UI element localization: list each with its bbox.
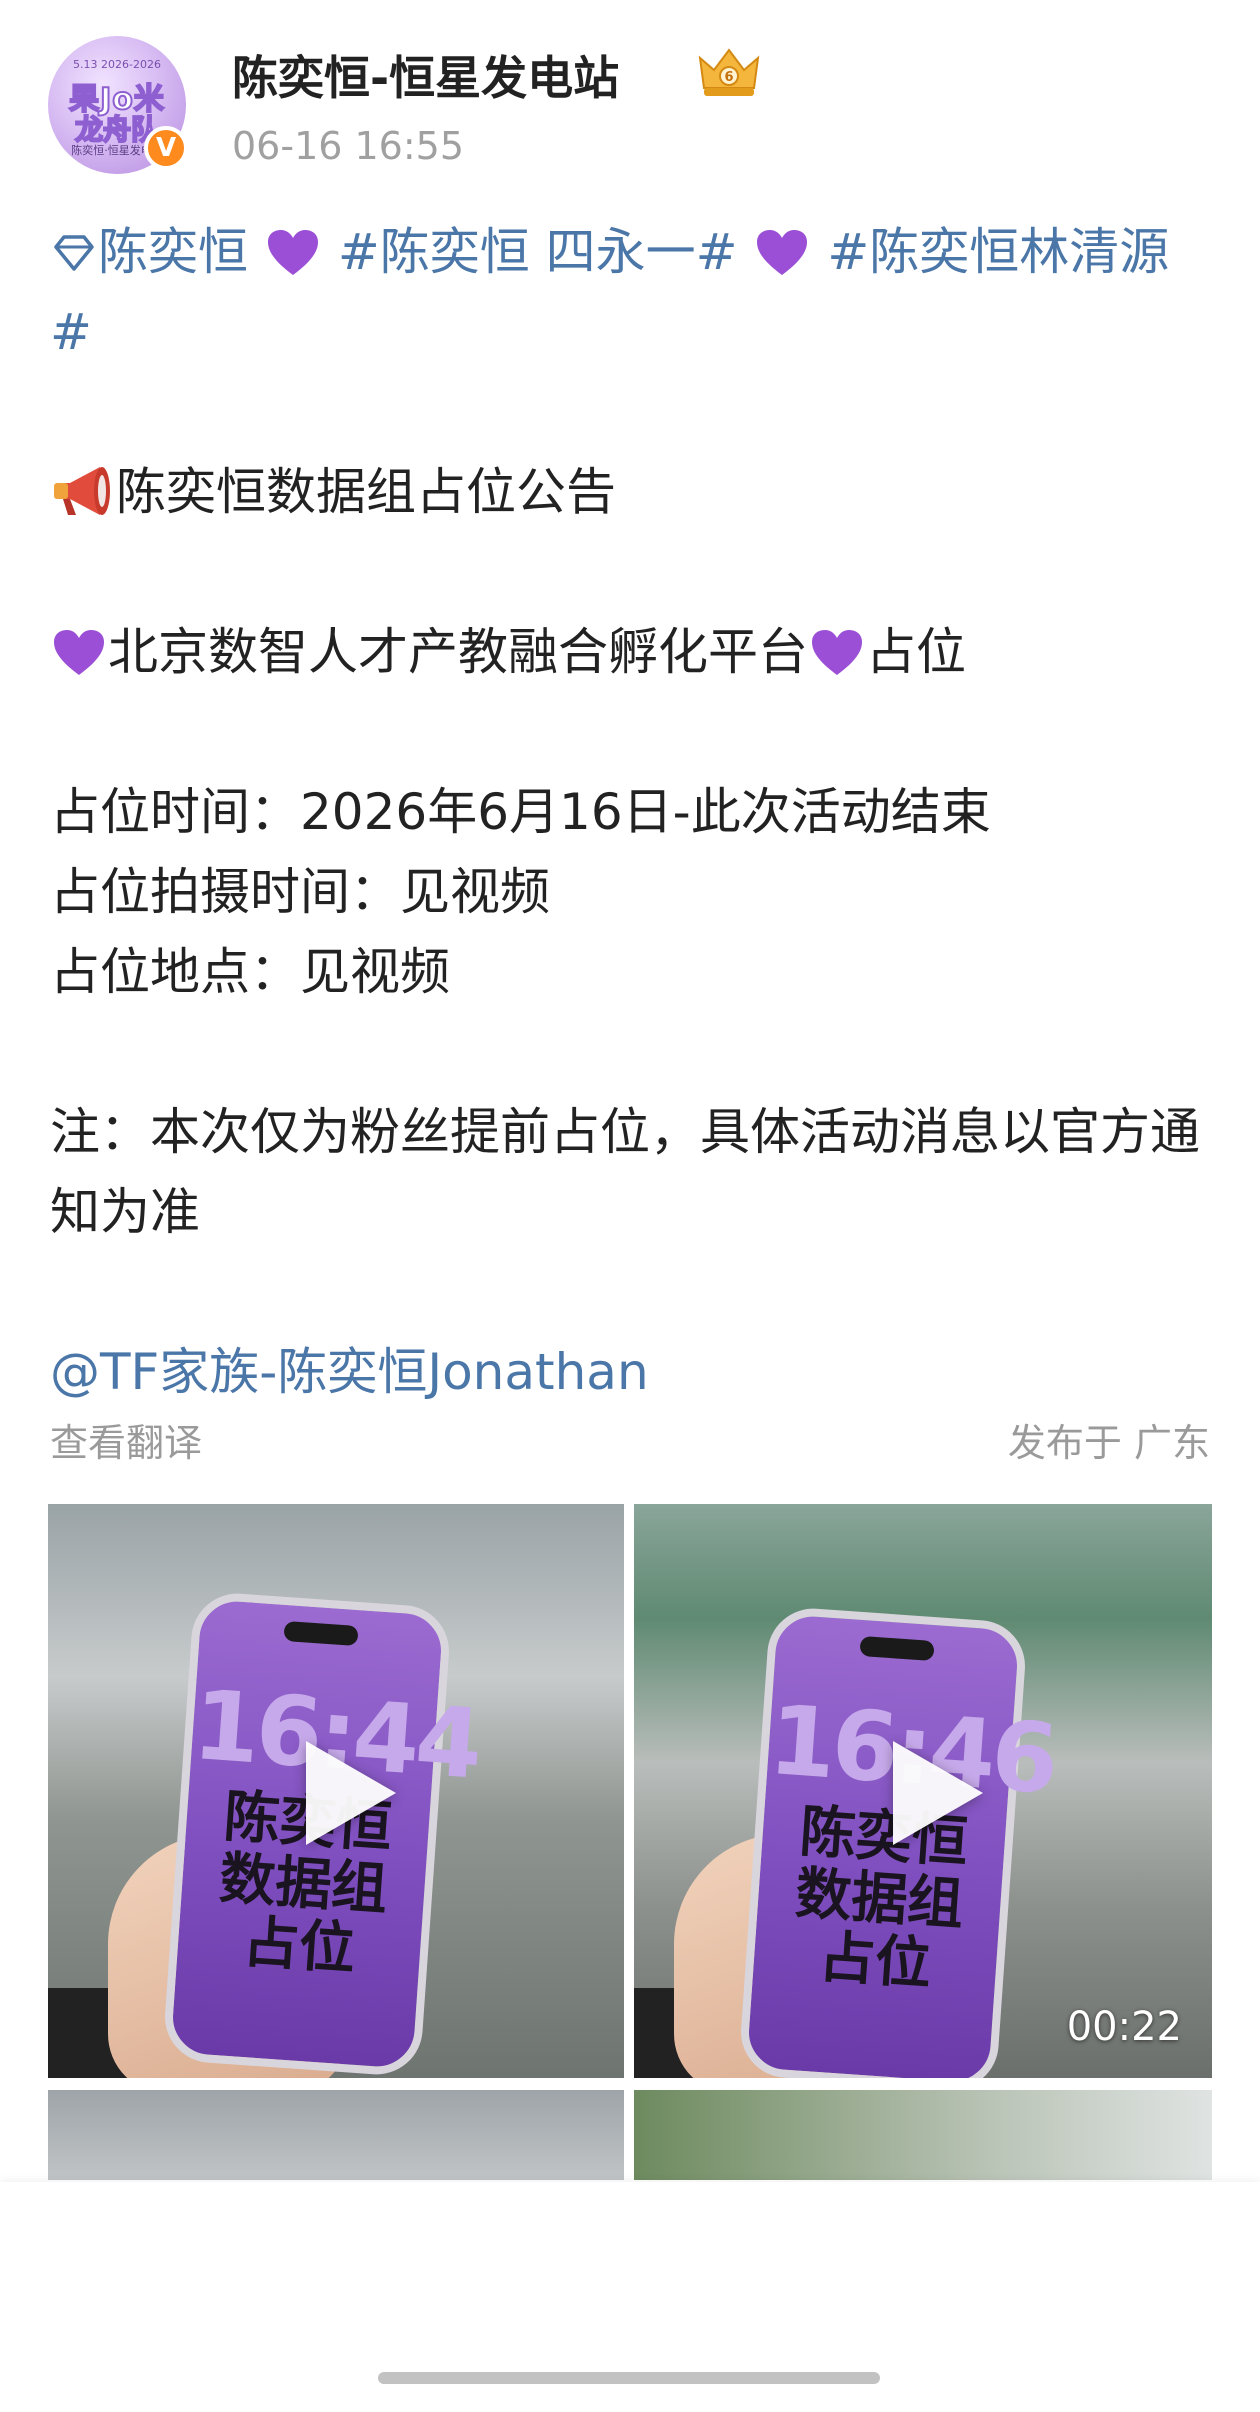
crown-level-badge-icon[interactable]: 6 <box>696 44 762 100</box>
platform-name: 北京数智人才产教融合孵化平台 <box>108 623 808 681</box>
super-topic-link[interactable]: 陈奕恒 <box>98 223 248 281</box>
post-timestamp: 06-16 16:55 <box>232 124 465 168</box>
diamond-icon <box>54 235 94 271</box>
avatar-caption-top: 5.13 2026-2026 <box>73 58 161 71</box>
announcement-title: 陈奕恒数据组占位公告 <box>116 463 616 521</box>
post-location: 发布于 广东 <box>1007 1421 1210 1465</box>
note-text: 注：本次仅为粉丝提前占位，具体活动消息以官方通知为准 <box>50 1103 1200 1241</box>
video-thumbnail-2[interactable]: 16:46 陈奕恒数据组占位 00:22 <box>634 1504 1212 2078</box>
purple-heart-icon <box>812 630 862 675</box>
home-indicator[interactable] <box>378 2372 880 2384</box>
hashtag-link[interactable]: #陈奕恒 四永一# <box>338 223 738 281</box>
translate-link[interactable]: 查看翻译 <box>50 1412 202 1467</box>
play-icon[interactable] <box>893 1741 983 1845</box>
mention-link[interactable]: @TF家族-陈奕恒Jonathan <box>50 1343 649 1401</box>
topic-line: 陈奕恒 #陈奕恒 四永一# #陈奕恒林清源# <box>50 212 1210 372</box>
post-body: 陈奕恒 #陈奕恒 四永一# #陈奕恒林清源# 陈奕恒数据组占位公告 北京数智人才… <box>50 212 1210 1412</box>
platform-suffix: 占位 <box>866 623 966 681</box>
video-thumbnail-3[interactable] <box>48 2090 624 2180</box>
verified-badge-icon: V <box>144 126 188 170</box>
play-icon[interactable] <box>306 1741 396 1845</box>
shoot-time-line: 占位拍摄时间：见视频 <box>50 863 550 921</box>
video-thumbnail-4[interactable] <box>634 2090 1212 2180</box>
purple-heart-icon <box>757 230 808 275</box>
place-line: 占位地点：见视频 <box>50 943 450 1001</box>
platform-line: 北京数智人才产教融合孵化平台 占位 <box>50 612 1210 692</box>
purple-heart-icon <box>54 630 104 675</box>
post-header: 5.13 2026-2026 果Jo米 龙舟队 陈奕恒·恒星发电站 V 陈奕恒-… <box>48 36 1212 186</box>
video-thumbnail-1[interactable]: 16:44 陈奕恒数据组占位 <box>48 1504 624 2078</box>
post-meta-row: 查看翻译 发布于 广东 <box>50 1412 1210 1472</box>
announcement-line: 陈奕恒数据组占位公告 <box>50 452 1210 532</box>
megaphone-icon <box>54 467 110 515</box>
purple-heart-icon <box>267 230 318 275</box>
time-line: 占位时间：2026年6月16日-此次活动结束 <box>50 783 991 841</box>
phone-notch <box>859 1635 935 1662</box>
video-duration: 00:22 <box>1066 2004 1182 2050</box>
author-name[interactable]: 陈奕恒-恒星发电站 <box>232 42 619 108</box>
phone-notch <box>283 1620 359 1647</box>
svg-text:6: 6 <box>724 70 733 85</box>
phone-image: 16:46 陈奕恒数据组占位 <box>737 1605 1058 2078</box>
